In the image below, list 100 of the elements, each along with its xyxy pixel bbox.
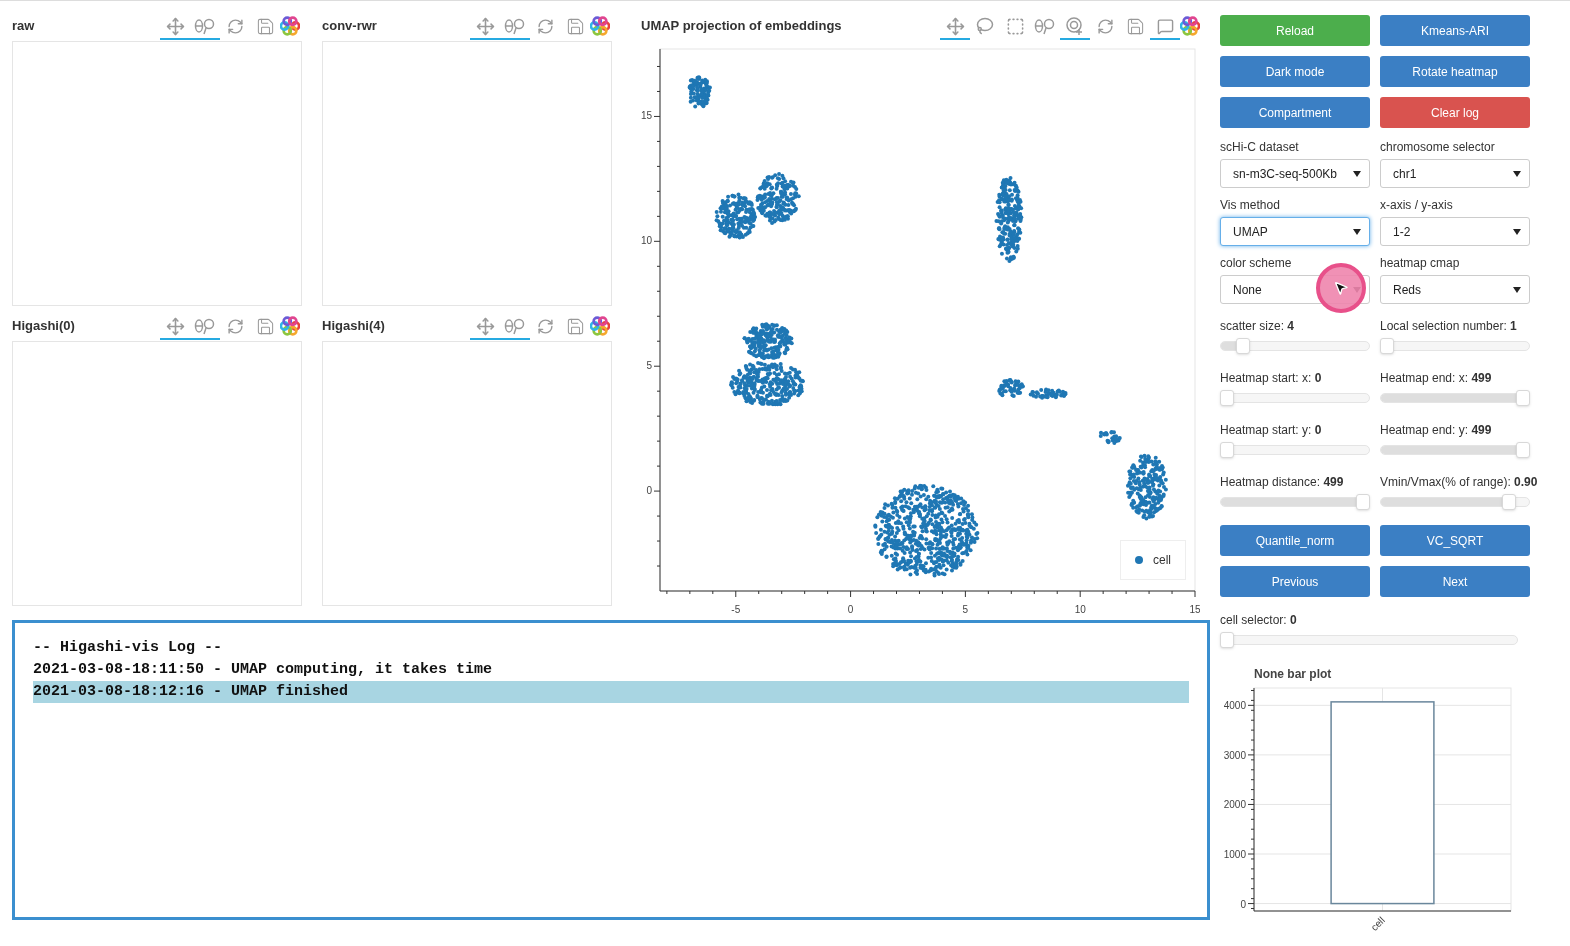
wheel-zoom-icon — [504, 317, 526, 335]
select-value: None — [1233, 281, 1262, 299]
logo-icon[interactable] — [590, 16, 610, 36]
action-button[interactable]: Next — [1380, 566, 1530, 597]
action-button[interactable]: Rotate heatmap — [1380, 56, 1530, 87]
wheel-zoom-icon — [504, 17, 526, 35]
slider[interactable] — [1220, 390, 1370, 406]
axis-tick-label: 15 — [640, 110, 652, 123]
save-icon — [565, 316, 585, 336]
action-button[interactable]: VC_SQRT — [1380, 525, 1530, 556]
slider[interactable] — [1380, 442, 1530, 458]
axis-tick-label: -5 — [731, 604, 741, 615]
axis-tick-label: 5 — [962, 604, 969, 615]
action-button[interactable]: Previous — [1220, 566, 1370, 597]
select-field[interactable]: 1-2 — [1380, 217, 1530, 246]
plot-title: conv-rwr — [322, 17, 377, 36]
slider[interactable] — [1220, 632, 1518, 648]
select-label: heatmap cmap — [1380, 255, 1461, 272]
save-icon — [565, 16, 585, 36]
slider-handle[interactable] — [1220, 442, 1234, 458]
slider-handle[interactable] — [1220, 390, 1234, 406]
chart-title: None bar plot — [1254, 667, 1332, 681]
select-value: UMAP — [1233, 223, 1268, 241]
axis-tick-label: 10 — [640, 235, 652, 248]
select-label: Vis method — [1220, 197, 1281, 214]
slider[interactable] — [1220, 442, 1370, 458]
dropdown-caret-icon — [1513, 228, 1521, 235]
slider-label: Heatmap end: y: 499 — [1380, 422, 1492, 439]
slider-handle[interactable] — [1236, 338, 1251, 354]
action-button[interactable]: Kmeans-ARI — [1380, 15, 1530, 46]
pan-icon — [945, 16, 965, 36]
box-select-icon — [1005, 16, 1025, 36]
dropdown-caret-icon — [1353, 170, 1361, 177]
slider[interactable] — [1380, 390, 1530, 406]
logo-icon[interactable] — [280, 316, 300, 336]
action-button[interactable]: Quantile_norm — [1220, 525, 1370, 556]
lasso-icon — [976, 17, 994, 35]
reset-icon — [226, 317, 244, 335]
select-value: 1-2 — [1393, 223, 1411, 241]
log-line: -- Higashi-vis Log -- — [33, 638, 224, 658]
slider-handle[interactable] — [1220, 632, 1234, 648]
wheel-zoom-icon — [194, 17, 216, 35]
axis-tick-label: 1000 — [1223, 849, 1246, 860]
plot-title: Higashi(0) — [12, 317, 75, 336]
cursor-icon — [1333, 280, 1349, 296]
select-field[interactable]: sn-m3C-seq-500Kb — [1220, 159, 1370, 188]
tap-icon — [1065, 16, 1085, 36]
slider-handle[interactable] — [1516, 442, 1530, 458]
wheel-zoom-icon — [1034, 17, 1056, 35]
slider[interactable] — [1220, 494, 1370, 510]
axis-tick-label: 2000 — [1223, 799, 1246, 811]
select-value: Reds — [1393, 281, 1421, 299]
select-label: color scheme — [1220, 255, 1293, 272]
select-value: sn-m3C-seq-500Kb — [1233, 165, 1338, 183]
select-field[interactable]: chr1 — [1380, 159, 1530, 188]
save-icon — [255, 316, 275, 336]
action-button[interactable]: Compartment — [1220, 97, 1370, 128]
slider-label: Heatmap distance: 499 — [1220, 474, 1344, 491]
slider-handle[interactable] — [1356, 494, 1370, 510]
reset-icon — [1096, 17, 1114, 35]
axis-tick-label: 0 — [646, 485, 652, 498]
axis-tick-label: 0 — [1240, 898, 1246, 910]
slider-label: Heatmap end: x: 499 — [1380, 370, 1492, 387]
reset-icon — [226, 17, 244, 35]
plot-title: Higashi(4) — [322, 317, 385, 336]
plot-title: raw — [12, 17, 35, 36]
pan-icon — [475, 16, 495, 36]
select-field[interactable]: Reds — [1380, 275, 1530, 304]
log-line: 2021-03-08-18:11:50 - UMAP computing, it takes time — [33, 660, 494, 680]
slider-handle[interactable] — [1502, 494, 1517, 510]
slider-label: Local selection number: 1 — [1380, 318, 1517, 335]
plot-title: UMAP projection of embeddings — [641, 17, 842, 36]
logo-icon[interactable] — [280, 16, 300, 36]
legend-label: cell — [1153, 552, 1171, 569]
reset-icon — [536, 317, 554, 335]
slider-handle[interactable] — [1380, 338, 1394, 354]
slider[interactable] — [1220, 338, 1370, 354]
pan-icon — [165, 316, 185, 336]
logo-icon[interactable] — [590, 316, 610, 336]
pan-icon — [475, 316, 495, 336]
dropdown-caret-icon — [1513, 286, 1521, 293]
slider-handle[interactable] — [1516, 390, 1530, 406]
axis-tick-label: 10 — [1074, 604, 1086, 615]
axis-tick-label: 3000 — [1223, 749, 1246, 761]
axis-tick-label: 5 — [646, 360, 652, 373]
action-button[interactable]: Dark mode — [1220, 56, 1370, 87]
wheel-zoom-icon — [194, 317, 216, 335]
select-field[interactable]: UMAP — [1220, 217, 1370, 246]
slider[interactable] — [1380, 494, 1530, 510]
action-button[interactable]: Reload — [1220, 15, 1370, 46]
dropdown-caret-icon — [1513, 170, 1521, 177]
slider-label: scatter size: 4 — [1220, 318, 1295, 335]
axis-tick-label: cell — [1368, 914, 1387, 934]
slider[interactable] — [1380, 338, 1530, 354]
dropdown-caret-icon — [1353, 228, 1361, 235]
logo-icon[interactable] — [1180, 16, 1200, 36]
select-label: chromosome selector — [1380, 139, 1496, 156]
action-button[interactable]: Clear log — [1380, 97, 1530, 128]
axis-tick-label: 0 — [847, 604, 854, 615]
select-label: x-axis / y-axis — [1380, 197, 1454, 214]
